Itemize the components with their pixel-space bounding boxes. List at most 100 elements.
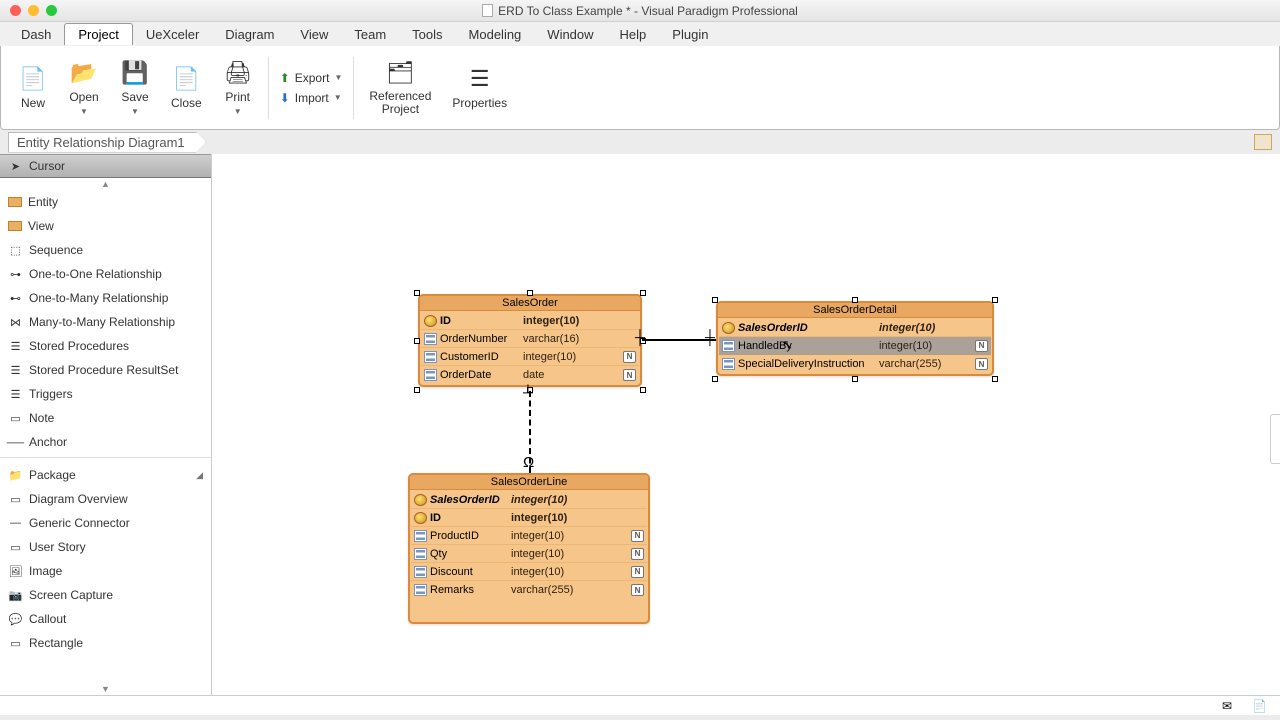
close-button[interactable]: 📄 Close (162, 62, 211, 113)
menu-help[interactable]: Help (607, 24, 660, 45)
selection-handle[interactable] (414, 290, 420, 296)
menu-diagram[interactable]: Diagram (212, 24, 287, 45)
new-label: New (21, 96, 45, 110)
palette-stored-procedures[interactable]: ☰Stored Procedures (0, 334, 211, 358)
menu-tools[interactable]: Tools (399, 24, 455, 45)
palette-user-story[interactable]: ▭User Story (0, 535, 211, 559)
palette-scroll-down[interactable]: ▼ (0, 683, 211, 695)
close-window-icon[interactable] (10, 5, 21, 16)
selection-handle[interactable] (712, 376, 718, 382)
palette-rectangle[interactable]: ▭Rectangle (0, 631, 211, 655)
palette-label: Screen Capture (29, 588, 113, 602)
palette-sequence[interactable]: ⬚Sequence (0, 238, 211, 262)
column-row[interactable]: Qtyinteger(10)N (411, 545, 647, 563)
palette-image[interactable]: 🖼Image (0, 559, 211, 583)
referenced-project-label: Referenced Project (369, 90, 431, 116)
selection-handle[interactable] (852, 297, 858, 303)
import-button[interactable]: ⬇ Import ▼ (280, 91, 343, 105)
new-button[interactable]: 📄 New (9, 62, 57, 113)
selection-handle[interactable] (992, 376, 998, 382)
palette-label: View (28, 219, 54, 233)
menu-plugin[interactable]: Plugin (659, 24, 721, 45)
column-row[interactable]: IDinteger(10) (421, 312, 639, 330)
save-icon: 💾 (120, 59, 150, 87)
export-button[interactable]: ⬆ Export ▼ (280, 71, 343, 85)
column-row[interactable]: SalesOrderIDinteger(10) (411, 491, 647, 509)
palette-triggers[interactable]: ☰Triggers (0, 382, 211, 406)
entity-title: SalesOrderDetail (718, 303, 992, 318)
palette-scroll-up[interactable]: ▲ (0, 178, 211, 190)
palette-view[interactable]: View (0, 214, 211, 238)
column-row[interactable]: CustomerIDinteger(10)N (421, 348, 639, 366)
mail-icon[interactable]: ✉ (1222, 699, 1238, 713)
primary-key-icon (722, 322, 735, 334)
selection-handle[interactable] (414, 338, 420, 344)
open-icon: 📂 (69, 59, 99, 87)
callout-icon: 💬 (8, 613, 23, 626)
column-row[interactable]: SalesOrderIDinteger(10) (719, 319, 991, 337)
palette-entity[interactable]: Entity (0, 190, 211, 214)
note-status-icon[interactable]: 📄 (1252, 699, 1268, 713)
palette-diagram-overview[interactable]: ▭Diagram Overview (0, 487, 211, 511)
print-button[interactable]: 🖨 Print ▼ (214, 56, 262, 119)
palette-callout[interactable]: 💬Callout (0, 607, 211, 631)
referenced-project-button[interactable]: 🗂 Referenced Project (360, 56, 440, 119)
palette-label: One-to-Many Relationship (29, 291, 168, 305)
selection-handle[interactable] (992, 297, 998, 303)
anchor-icon: ⸺ (8, 436, 23, 449)
palette-many-to-many[interactable]: ⋈Many-to-Many Relationship (0, 310, 211, 334)
palette-screen-capture[interactable]: 📷Screen Capture (0, 583, 211, 607)
column-row[interactable]: OrderNumbervarchar(16) (421, 330, 639, 348)
column-row[interactable]: Discountinteger(10)N (411, 563, 647, 581)
side-panel-toggle[interactable] (1270, 414, 1280, 464)
column-type: integer(10) (511, 494, 567, 506)
menu-dash[interactable]: Dash (8, 24, 64, 45)
open-button[interactable]: 📂 Open ▼ (60, 56, 108, 119)
menu-bar: Dash Project UeXceler Diagram View Team … (0, 22, 1280, 46)
menu-project[interactable]: Project (64, 23, 132, 45)
selection-handle[interactable] (712, 297, 718, 303)
palette-generic-connector[interactable]: —Generic Connector (0, 511, 211, 535)
palette-stored-procedure-resultset[interactable]: ☰Stored Procedure ResultSet (0, 358, 211, 382)
palette-note[interactable]: ▭Note (0, 406, 211, 430)
diagram-canvas[interactable]: SalesOrder IDinteger(10)OrderNumbervarch… (212, 154, 1280, 695)
menu-modeling[interactable]: Modeling (456, 24, 535, 45)
column-row[interactable]: HandledByinteger(10)N (719, 337, 991, 355)
menu-window[interactable]: Window (534, 24, 606, 45)
selection-handle[interactable] (414, 387, 420, 393)
selection-handle[interactable] (527, 290, 533, 296)
palette-anchor[interactable]: ⸺Anchor (0, 430, 211, 454)
selection-handle[interactable] (640, 387, 646, 393)
palette-label: Stored Procedure ResultSet (29, 363, 178, 377)
menu-team[interactable]: Team (341, 24, 399, 45)
selection-handle[interactable] (640, 290, 646, 296)
palette-cursor[interactable]: ➤ Cursor (0, 154, 211, 178)
palette-label: Cursor (29, 159, 65, 173)
palette-label: Stored Procedures (29, 339, 129, 353)
maximize-window-icon[interactable] (46, 5, 57, 16)
diagram-tab[interactable]: Entity Relationship Diagram1 (8, 132, 206, 153)
entity-salesorderline[interactable]: SalesOrderLine SalesOrderIDinteger(10)ID… (408, 473, 650, 624)
diagram-switcher-button[interactable] (1254, 134, 1272, 150)
column-row[interactable]: SpecialDeliveryInstructionvarchar(255)N (719, 355, 991, 373)
save-button[interactable]: 💾 Save ▼ (111, 56, 159, 119)
column-row[interactable]: Remarksvarchar(255)N (411, 581, 647, 599)
entity-salesorderdetail[interactable]: SalesOrderDetail SalesOrderIDinteger(10)… (716, 301, 994, 376)
entity-salesorder[interactable]: SalesOrder IDinteger(10)OrderNumbervarch… (418, 294, 642, 387)
column-name: SalesOrderID (430, 494, 508, 506)
column-type: integer(10) (523, 351, 576, 363)
column-row[interactable]: IDinteger(10) (411, 509, 647, 527)
menu-uexceler[interactable]: UeXceler (133, 24, 212, 45)
entity-body: SalesOrderIDinteger(10)HandledByinteger(… (718, 318, 992, 374)
selection-handle[interactable] (852, 376, 858, 382)
palette-one-to-one[interactable]: ⊶One-to-One Relationship (0, 262, 211, 286)
properties-label: Properties (452, 96, 507, 110)
properties-button[interactable]: ☰ Properties (443, 62, 516, 113)
menu-view[interactable]: View (287, 24, 341, 45)
minimize-window-icon[interactable] (28, 5, 39, 16)
column-row[interactable]: OrderDatedateN (421, 366, 639, 384)
column-type: integer(10) (511, 566, 564, 578)
column-row[interactable]: ProductIDinteger(10)N (411, 527, 647, 545)
palette-one-to-many[interactable]: ⊷One-to-Many Relationship (0, 286, 211, 310)
palette-package[interactable]: 📁Package◢ (0, 463, 211, 487)
